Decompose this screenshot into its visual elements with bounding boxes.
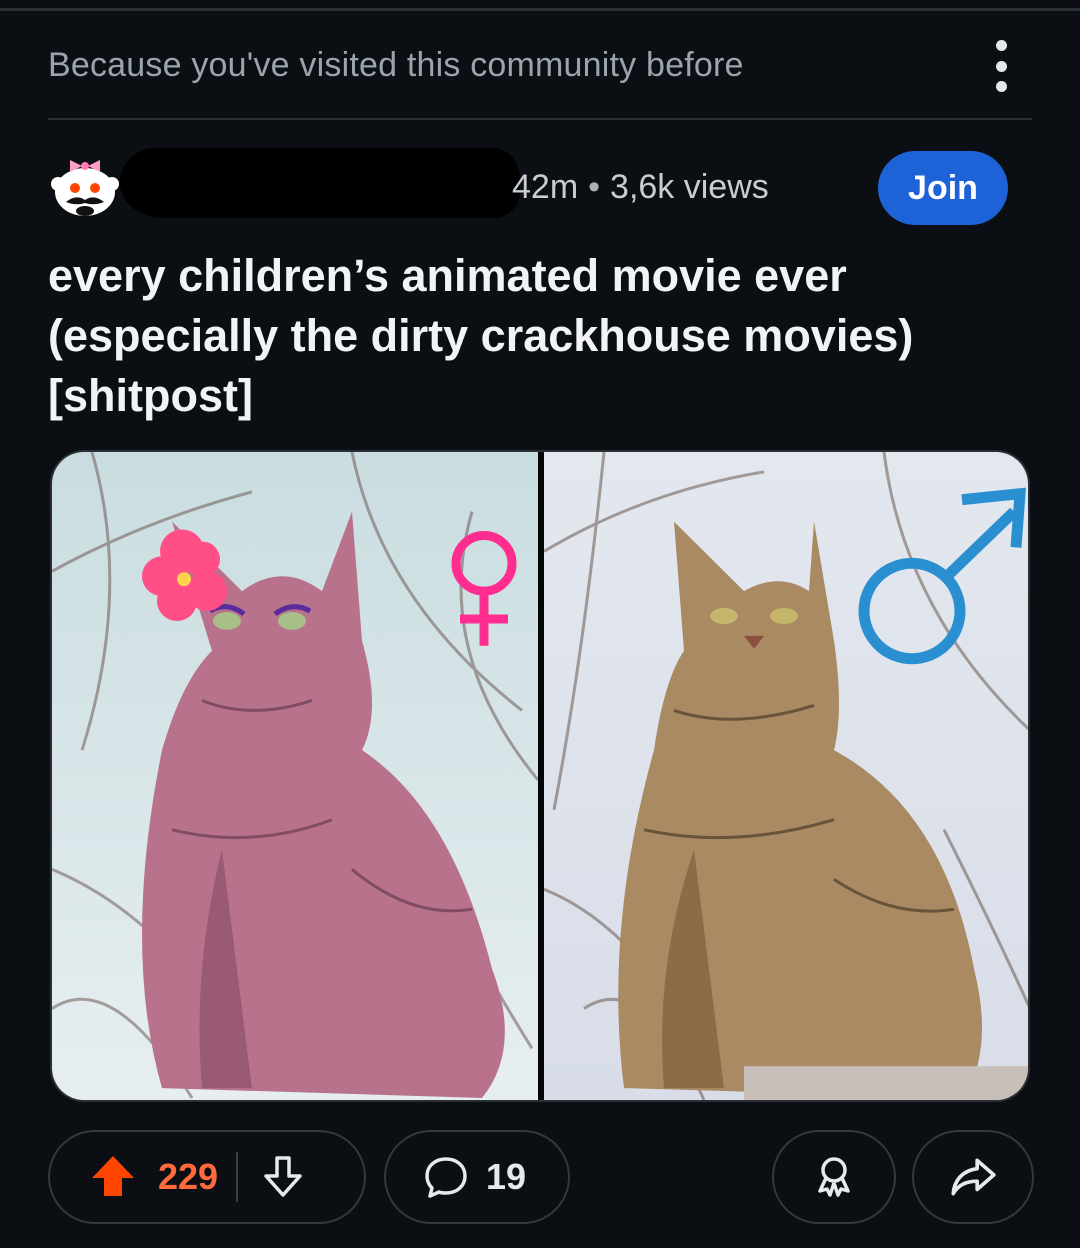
share-button[interactable] bbox=[912, 1130, 1034, 1224]
award-button[interactable] bbox=[772, 1130, 896, 1224]
award-icon bbox=[818, 1157, 850, 1197]
meta-separator: • bbox=[588, 168, 601, 206]
share-icon bbox=[951, 1158, 996, 1196]
comments-button[interactable]: 19 bbox=[384, 1130, 570, 1224]
post-image-gallery[interactable] bbox=[50, 450, 1030, 1102]
brown-cat-illustration bbox=[544, 452, 1028, 1100]
upvote-arrow-icon[interactable] bbox=[88, 1152, 138, 1202]
comment-count: 19 bbox=[486, 1156, 527, 1197]
vote-separator bbox=[236, 1152, 238, 1202]
post-views: 3,6k views bbox=[610, 168, 769, 206]
vote-bar: 229 bbox=[48, 1130, 366, 1224]
post-age: 42m bbox=[512, 168, 579, 206]
post-title[interactable]: every children’s animated movie ever (es… bbox=[48, 246, 1038, 426]
overflow-menu-button[interactable] bbox=[986, 40, 1016, 92]
divider bbox=[48, 118, 1032, 120]
join-button[interactable]: Join bbox=[878, 151, 1008, 225]
top-edge bbox=[0, 0, 1080, 11]
mustache-snoo-with-bow-icon bbox=[49, 151, 121, 223]
image-pink-cat[interactable] bbox=[52, 452, 538, 1100]
post-meta: 42m • 3,6k views bbox=[512, 168, 769, 207]
image-brown-cat[interactable] bbox=[544, 452, 1028, 1100]
vote-score: 229 bbox=[158, 1156, 219, 1197]
comment-bubble-icon bbox=[425, 1157, 467, 1198]
community-avatar[interactable] bbox=[48, 150, 122, 224]
vertical-dots-icon bbox=[995, 40, 1007, 51]
downvote-arrow-icon[interactable] bbox=[258, 1152, 308, 1202]
pink-cat-illustration bbox=[52, 452, 538, 1100]
recommendation-reason: Because you've visited this community be… bbox=[48, 46, 744, 84]
redacted-username bbox=[120, 148, 520, 218]
